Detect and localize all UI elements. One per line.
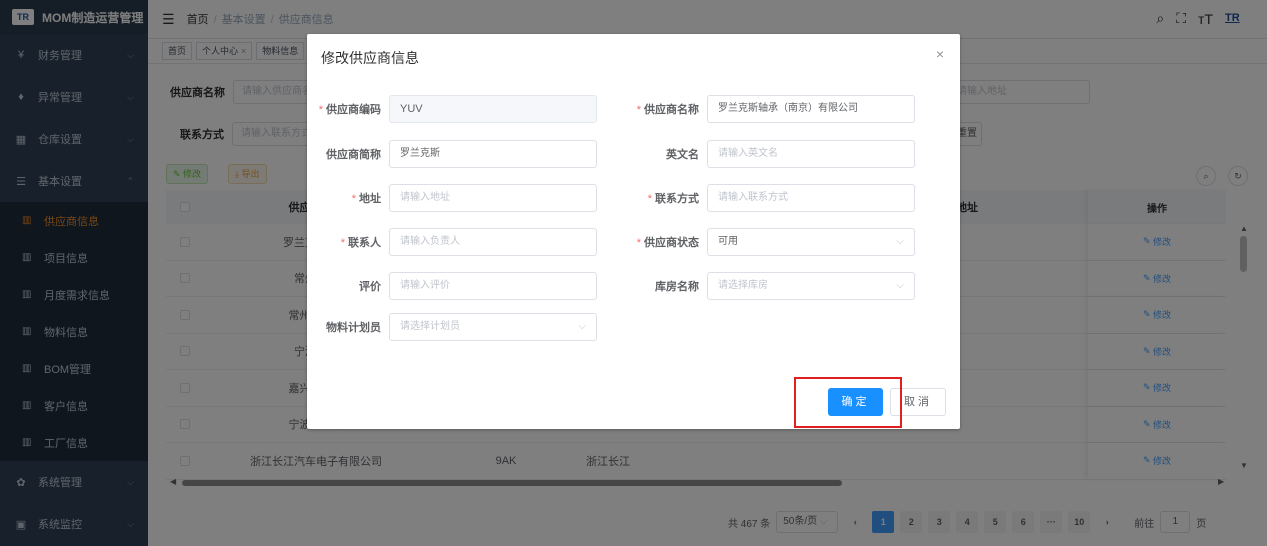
field-short-name: 供应商简称 罗兰克斯: [307, 140, 597, 168]
person-input[interactable]: 请输入负责人: [389, 228, 597, 256]
address-input[interactable]: 请输入地址: [389, 184, 597, 212]
field-person: * 联系人 请输入负责人: [307, 228, 597, 256]
name-input[interactable]: 罗兰克斯轴承（南京）有限公司: [707, 95, 915, 123]
warehouse-select[interactable]: 请选择库房 ⌵: [707, 272, 915, 300]
warehouse-label: 库房名称: [655, 281, 699, 293]
planner-label: 物料计划员: [326, 322, 381, 334]
contact-label: * 联系方式: [647, 193, 699, 205]
chevron-down-icon: ⌵: [896, 236, 904, 247]
dialog-title: 修改供应商信息: [321, 50, 419, 66]
planner-select[interactable]: 请选择计划员 ⌵: [389, 313, 597, 341]
name-label: * 供应商名称: [636, 104, 699, 116]
field-rating: 评价 请输入评价: [307, 272, 597, 300]
field-name: * 供应商名称 罗兰克斯轴承（南京）有限公司: [619, 95, 915, 123]
field-status: * 供应商状态 可用 ⌵: [619, 228, 915, 256]
code-label: * 供应商编码: [318, 104, 381, 116]
person-label: * 联系人: [340, 237, 381, 249]
field-code: * 供应商编码 YUV: [307, 95, 597, 123]
close-icon[interactable]: ×: [936, 46, 944, 62]
rating-input[interactable]: 请输入评价: [389, 272, 597, 300]
short-name-input[interactable]: 罗兰克斯: [389, 140, 597, 168]
field-warehouse: 库房名称 请选择库房 ⌵: [619, 272, 915, 300]
short-name-label: 供应商简称: [326, 149, 381, 161]
edit-supplier-dialog: 修改供应商信息 × * 供应商编码 YUV * 供应商名称 罗兰克斯轴承（南京）有限…: [307, 34, 960, 429]
chevron-down-icon: ⌵: [578, 321, 586, 332]
rating-label: 评价: [359, 281, 381, 293]
address-label: * 地址: [351, 193, 381, 205]
status-select[interactable]: 可用 ⌵: [707, 228, 915, 256]
field-contact: * 联系方式 请输入联系方式: [619, 184, 915, 212]
field-address: * 地址 请输入地址: [307, 184, 597, 212]
chevron-down-icon: ⌵: [896, 280, 904, 291]
english-name-label: 英文名: [666, 149, 699, 161]
contact-input[interactable]: 请输入联系方式: [707, 184, 915, 212]
field-planner: 物料计划员 请选择计划员 ⌵: [307, 313, 597, 341]
status-label: * 供应商状态: [636, 237, 699, 249]
field-english-name: 英文名 请输入英文名: [619, 140, 915, 168]
code-input: YUV: [389, 95, 597, 123]
confirm-highlight-box: [794, 377, 902, 428]
english-name-input[interactable]: 请输入英文名: [707, 140, 915, 168]
